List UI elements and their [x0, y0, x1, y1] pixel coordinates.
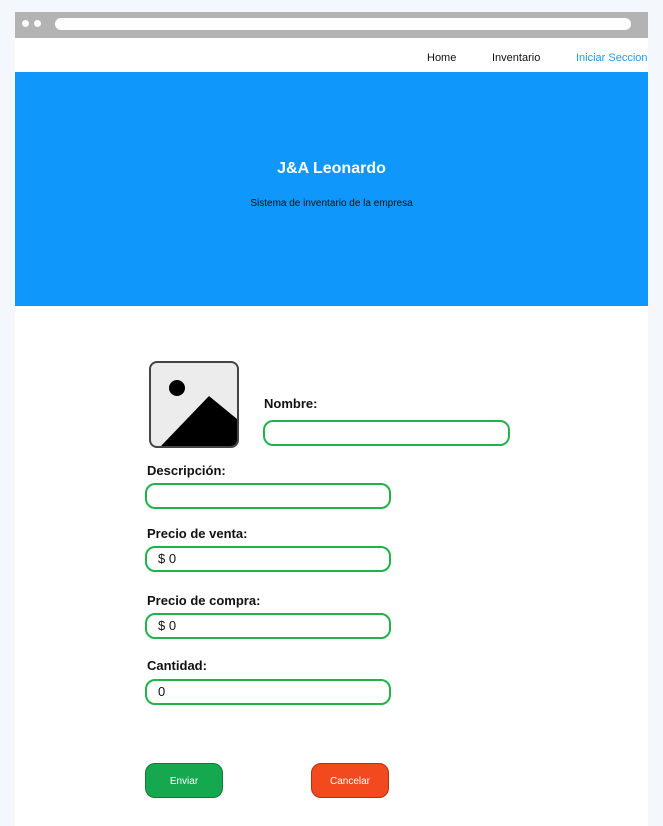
nombre-field[interactable]: [263, 420, 510, 446]
send-button[interactable]: Enviar: [145, 763, 223, 798]
precio-compra-label: Precio de compra:: [147, 593, 261, 608]
cantidad-field[interactable]: 0: [145, 679, 391, 705]
nombre-label: Nombre:: [264, 396, 318, 411]
navbar: Home Inventario Iniciar Seccion: [15, 38, 648, 72]
image-placeholder-icon[interactable]: [149, 361, 239, 448]
page: Home Inventario Iniciar Seccion J&A Leon…: [15, 38, 648, 826]
window-dot-icon: [22, 20, 29, 27]
descripcion-field[interactable]: [145, 483, 391, 509]
hero-subtitle: Sistema de inventario de la empresa: [250, 198, 413, 209]
hero-banner: J&A Leonardo Sistema de inventario de la…: [15, 72, 648, 306]
window-dot-icon: [34, 20, 41, 27]
nav-login-link[interactable]: Iniciar Seccion: [576, 52, 648, 64]
browser-chrome: [15, 12, 648, 38]
descripcion-label: Descripción:: [147, 463, 226, 478]
hero-title: J&A Leonardo: [277, 160, 386, 177]
cantidad-label: Cantidad:: [147, 658, 207, 673]
cancel-button[interactable]: Cancelar: [311, 763, 389, 798]
nav-inventory-link[interactable]: Inventario: [492, 52, 540, 64]
nav-home-link[interactable]: Home: [427, 52, 456, 64]
precio-venta-label: Precio de venta:: [147, 526, 248, 541]
precio-compra-field[interactable]: $ 0: [145, 613, 391, 639]
address-bar[interactable]: [55, 18, 631, 30]
precio-venta-field[interactable]: $ 0: [145, 546, 391, 572]
